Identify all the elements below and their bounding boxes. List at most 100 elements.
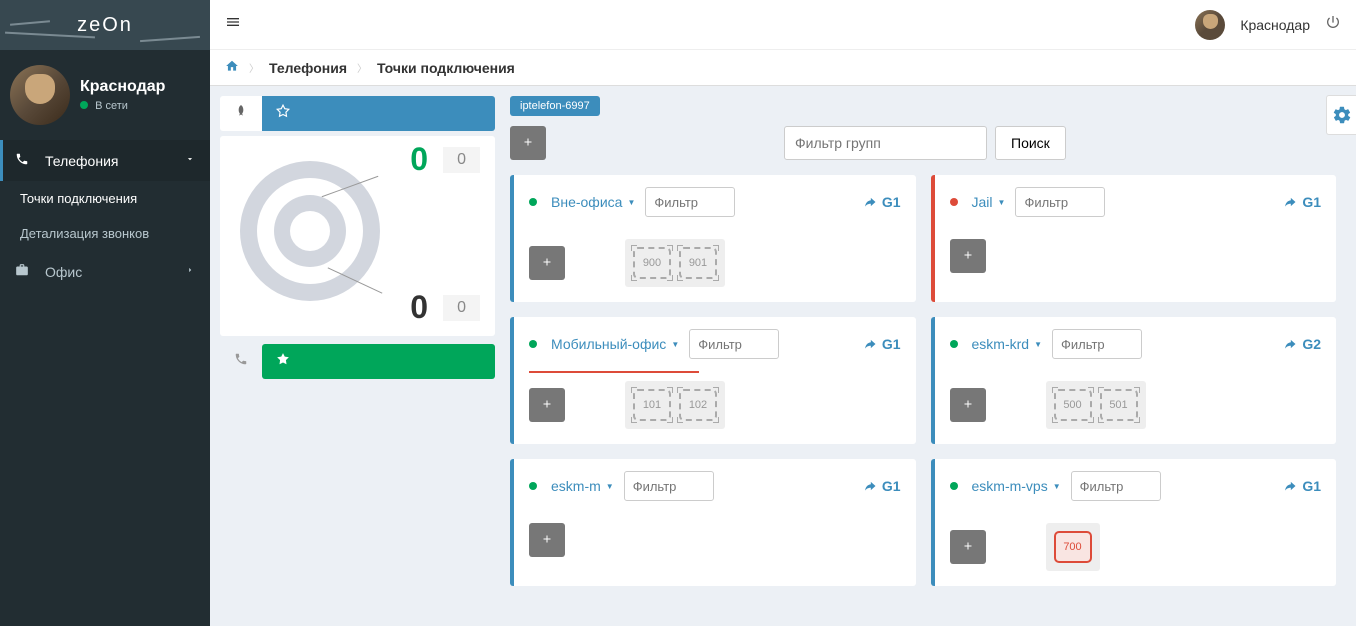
top-user-name[interactable]: Краснодар <box>1240 17 1310 33</box>
star-bar[interactable] <box>262 344 495 379</box>
add-extension-button[interactable] <box>529 523 565 557</box>
group-filter-input[interactable] <box>1015 187 1105 217</box>
add-extension-button[interactable] <box>529 246 565 280</box>
group-header: eskm-m-vps ▼ G1 <box>935 459 1337 513</box>
stat-top-big: 0 <box>410 141 428 178</box>
group-header: eskm-m ▼ G1 <box>514 459 916 513</box>
group-body: 700 <box>935 513 1337 581</box>
groups-grid: Вне-офиса ▼G1900901Jail ▼G1Мобильный-офи… <box>510 175 1336 586</box>
group-card: Вне-офиса ▼ G1 900901 <box>510 175 916 302</box>
group-body: 500501 <box>935 371 1337 439</box>
chevron-right-icon <box>185 265 195 278</box>
group-share-link[interactable]: G1 <box>865 478 901 494</box>
extension-box[interactable]: 500 <box>1054 389 1092 421</box>
search-button[interactable]: Поиск <box>995 126 1066 160</box>
status-dot-icon <box>950 482 958 490</box>
status-dot-icon <box>950 198 958 206</box>
group-header: Мобильный-офис ▼ G1 <box>514 317 916 371</box>
server-tag[interactable]: iptelefon-6997 <box>510 96 600 116</box>
menu-toggle-icon[interactable] <box>225 14 241 35</box>
extension-tile: 500501 <box>1046 381 1146 429</box>
tab-star-active[interactable] <box>262 96 495 131</box>
status-dot-icon <box>950 340 958 348</box>
caret-down-icon: ▼ <box>671 340 679 349</box>
nav-call-detail[interactable]: Детализация звонков <box>0 216 210 251</box>
group-share-link[interactable]: G1 <box>1285 194 1321 210</box>
group-share-link[interactable]: G2 <box>1285 336 1321 352</box>
tab-rocket[interactable] <box>220 96 262 131</box>
phone-icon[interactable] <box>220 344 262 379</box>
group-filter-input[interactable] <box>645 187 735 217</box>
user-name: Краснодар <box>80 78 165 96</box>
breadcrumb-telephony[interactable]: Телефония <box>269 60 347 76</box>
donut-stats-card: 0 0 0 0 <box>220 136 495 336</box>
group-title[interactable]: eskm-m ▼ <box>551 478 614 494</box>
group-card: Jail ▼ G1 <box>931 175 1337 302</box>
status-dot-icon <box>80 101 88 109</box>
filter-row: Поиск <box>510 126 1336 160</box>
status-dot-icon <box>529 340 537 348</box>
group-title[interactable]: Вне-офиса ▼ <box>551 194 635 210</box>
group-title[interactable]: eskm-krd ▼ <box>972 336 1042 352</box>
add-extension-button[interactable] <box>950 239 986 273</box>
group-card: eskm-m ▼ G1 <box>510 459 916 586</box>
group-share-link[interactable]: G1 <box>865 336 901 352</box>
group-card: Мобильный-офис ▼ G1 101102 <box>510 317 916 444</box>
extension-box[interactable]: 501 <box>1100 389 1138 421</box>
nav-telephony-label: Телефония <box>45 153 118 169</box>
extension-box[interactable]: 700 <box>1054 531 1092 563</box>
group-header: Jail ▼ G1 <box>935 175 1337 229</box>
tab-bar <box>220 96 495 131</box>
group-filter-input[interactable] <box>1071 471 1161 501</box>
top-avatar[interactable] <box>1195 10 1225 40</box>
chevron-down-icon <box>185 154 195 167</box>
top-header: Краснодар <box>210 0 1356 50</box>
status-dot-icon <box>529 198 537 206</box>
add-extension-button[interactable] <box>529 388 565 422</box>
group-share-link[interactable]: G1 <box>1285 478 1321 494</box>
power-icon[interactable] <box>1325 14 1341 35</box>
logo: zeOn <box>0 0 210 50</box>
extension-box[interactable]: 901 <box>679 247 717 279</box>
group-filter-input[interactable] <box>784 126 987 160</box>
add-extension-button[interactable] <box>950 388 986 422</box>
group-title[interactable]: Мобильный-офис ▼ <box>551 336 679 352</box>
group-filter-input[interactable] <box>689 329 779 359</box>
briefcase-icon <box>15 263 35 280</box>
nav-office[interactable]: Офис <box>0 251 210 292</box>
group-filter-input[interactable] <box>624 471 714 501</box>
group-filter-input[interactable] <box>1052 329 1142 359</box>
home-icon[interactable] <box>225 59 239 76</box>
caret-down-icon: ▼ <box>1053 482 1061 491</box>
caret-down-icon: ▼ <box>606 482 614 491</box>
group-share-link[interactable]: G1 <box>865 194 901 210</box>
stat-top-small: 0 <box>443 147 480 173</box>
nav-telephony[interactable]: Телефония <box>0 140 210 181</box>
breadcrumb-sep: 〉 <box>357 60 367 75</box>
extension-box[interactable]: 101 <box>633 389 671 421</box>
left-panel: 0 0 0 0 <box>220 96 495 616</box>
nav-connection-points[interactable]: Точки подключения <box>0 181 210 216</box>
group-header: eskm-krd ▼ G2 <box>935 317 1337 371</box>
avatar <box>10 65 70 125</box>
right-panel: iptelefon-6997 Поиск Вне-офиса ▼ G1 900901… <box>510 96 1346 616</box>
breadcrumb: 〉 Телефония 〉 Точки подключения <box>210 50 1356 86</box>
caret-down-icon: ▼ <box>627 198 635 207</box>
main-content: 0 0 0 0 iptelefon-6997 <box>210 86 1356 626</box>
group-card: eskm-m-vps ▼ G1 700 <box>931 459 1337 586</box>
stat-bot-small: 0 <box>443 295 480 321</box>
sidebar: zeOn Краснодар В сети Телефония Точки по… <box>0 0 210 626</box>
group-header: Вне-офиса ▼ G1 <box>514 175 916 229</box>
group-title[interactable]: Jail ▼ <box>972 194 1006 210</box>
stat-bot-big: 0 <box>410 289 428 326</box>
extension-tile: 700 <box>1046 523 1100 571</box>
logo-text: zeOn <box>77 14 133 37</box>
group-body: 900901 <box>514 229 916 297</box>
breadcrumb-sep: 〉 <box>249 60 259 75</box>
extension-box[interactable]: 900 <box>633 247 671 279</box>
caret-down-icon: ▼ <box>1034 340 1042 349</box>
add-extension-button[interactable] <box>950 530 986 564</box>
add-group-button[interactable] <box>510 126 546 160</box>
extension-box[interactable]: 102 <box>679 389 717 421</box>
group-title[interactable]: eskm-m-vps ▼ <box>972 478 1061 494</box>
